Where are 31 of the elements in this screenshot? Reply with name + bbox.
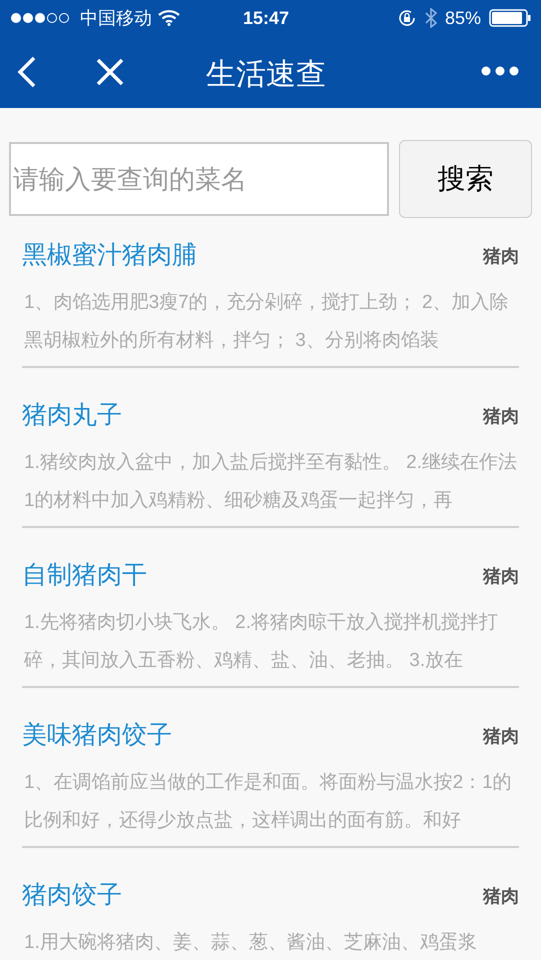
page-title: 生活速查 — [206, 57, 326, 93]
category-tag: 猪肉 — [483, 402, 519, 430]
bluetooth-icon — [424, 8, 437, 28]
close-icon — [96, 58, 124, 86]
recipe-description: 1、在调馅前应当做的工作是和面。将面粉与温水按2：1的比例和好，还得少放点盐，这样调出的面有筋。和好 — [23, 771, 513, 833]
carrier-name: 中国移动 — [80, 6, 152, 30]
rotation-lock-icon — [396, 8, 417, 28]
search-button[interactable]: 搜索 — [399, 140, 532, 218]
category-tag: 猪肉 — [483, 882, 519, 910]
category-tag: 猪肉 — [483, 242, 519, 270]
back-button[interactable] — [16, 56, 38, 88]
close-button[interactable] — [96, 58, 124, 86]
category-tag: 猪肉 — [483, 562, 519, 590]
category-tag: 猪肉 — [483, 722, 519, 750]
recipe-description: 1、肉馅选用肥3瘦7的，充分剁碎，搅打上劲； 2、加入除黑胡椒粒外的所有材料，拌匀； 3、分别将肉馅装 — [23, 291, 510, 353]
recipe-title[interactable]: 自制猪肉干 — [22, 557, 147, 595]
recipe-title[interactable]: 猪肉丸子 — [22, 397, 122, 435]
search-field[interactable]: 请输入要查询的菜名 — [9, 142, 390, 216]
more-icon — [481, 66, 519, 76]
recipe-title[interactable]: 猪肉饺子 — [22, 877, 122, 915]
recipe-description: 1.猪绞肉放入盆中，加入盐后搅拌至有黏性。 2.继续在作法1的材料中加入鸡精粉、细砂糖及鸡蛋一起拌匀，再 — [23, 451, 518, 513]
battery-icon — [489, 9, 531, 27]
clock-time: 15:47 — [243, 6, 290, 30]
recipe-title[interactable]: 黑椒蜜汁猪肉脯 — [22, 237, 197, 275]
battery-percent: 85% — [444, 6, 481, 30]
recipe-description: 1.用大碗将猪肉、姜、蒜、葱、酱油、芝麻油、鸡蛋浆 — [23, 930, 478, 955]
recipe-title[interactable]: 美味猪肉饺子 — [22, 717, 172, 755]
back-icon — [16, 56, 38, 88]
wifi-icon — [158, 10, 180, 26]
more-button[interactable] — [481, 66, 519, 76]
recipe-description: 1.先将猪肉切小块飞水。 2.将猪肉晾干放入搅拌机搅拌打碎，其间放入五香粉、鸡精、盐、油、老抽。 3.放在 — [23, 611, 499, 673]
